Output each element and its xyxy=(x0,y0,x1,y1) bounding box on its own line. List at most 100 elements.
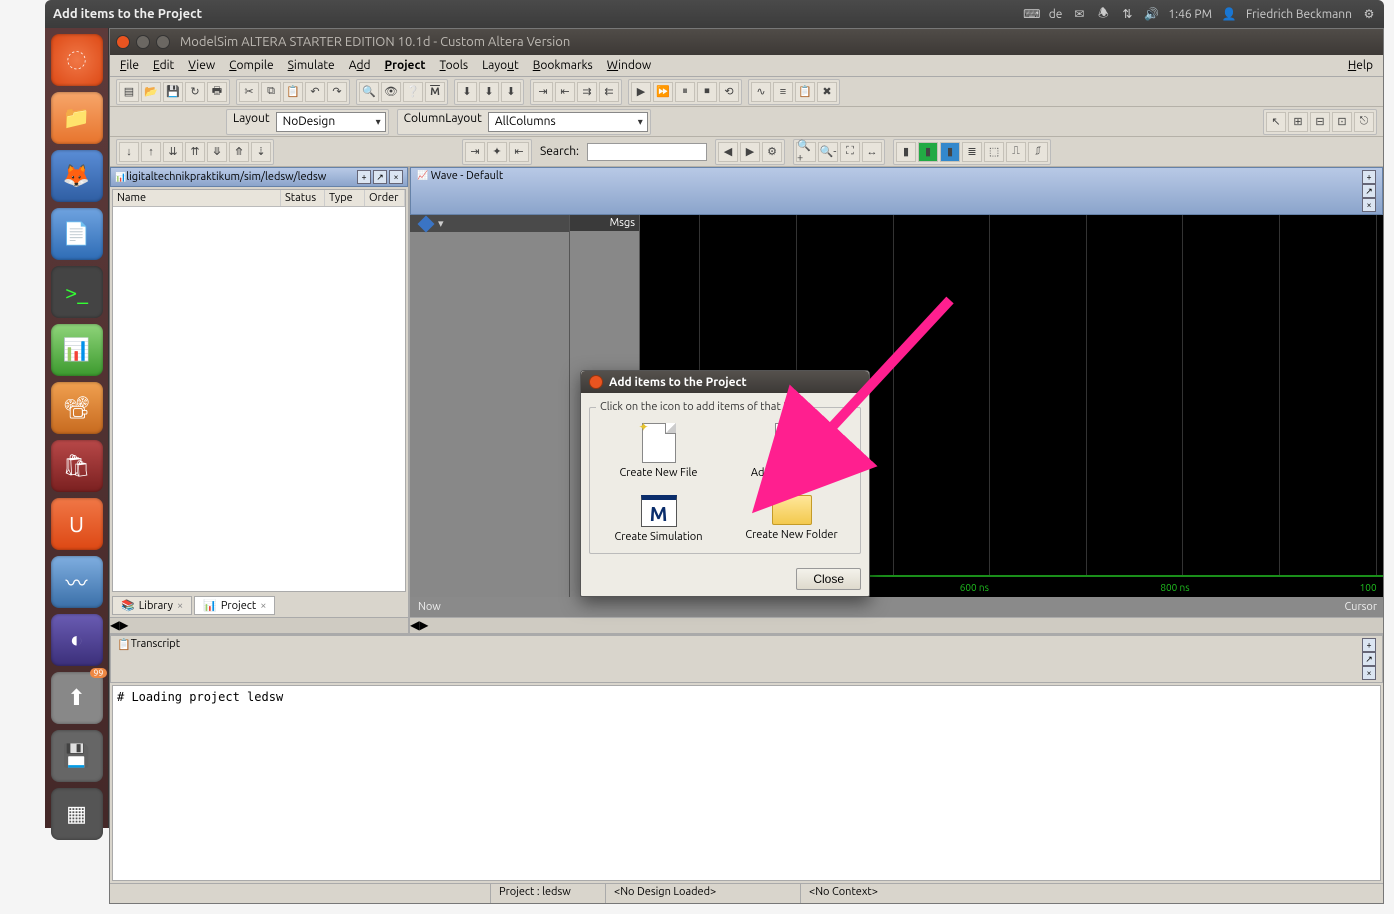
writer-icon[interactable]: 📄 xyxy=(51,208,103,260)
project-tree[interactable]: Name Status Type Order xyxy=(112,189,406,592)
menu-view[interactable]: View xyxy=(182,57,221,74)
redo-icon[interactable]: ↷ xyxy=(327,82,347,102)
add-existing-file-button[interactable]: Add Existing File xyxy=(729,419,854,483)
col-type[interactable]: Type xyxy=(325,190,365,206)
search-opt-icon[interactable]: ⚙ xyxy=(762,142,782,162)
volume-icon[interactable]: 🔊 xyxy=(1144,7,1158,21)
user-name[interactable]: Friedrich Beckmann xyxy=(1246,8,1352,21)
diamond-icon[interactable] xyxy=(418,215,435,232)
network-icon[interactable]: ⇅ xyxy=(1120,7,1134,21)
menu-simulate[interactable]: Simulate xyxy=(282,57,341,74)
keyboard-icon[interactable]: ⌨ xyxy=(1025,7,1039,21)
menu-compile[interactable]: Compile xyxy=(223,57,279,74)
menu-add[interactable]: Add xyxy=(343,57,377,74)
col-order[interactable]: Order xyxy=(365,190,405,206)
pane-close-icon[interactable]: × xyxy=(1362,198,1376,212)
new-icon[interactable]: ▤ xyxy=(119,82,139,102)
paste-icon[interactable]: 📋 xyxy=(283,82,303,102)
tree-icon[interactable]: ⊡ xyxy=(1332,112,1352,132)
search-next-icon[interactable]: ▶ xyxy=(740,142,760,162)
wireshark-icon[interactable]: 〰 xyxy=(51,556,103,608)
break-icon[interactable]: ⏸ xyxy=(675,82,695,102)
edge2-icon[interactable]: ✦ xyxy=(487,142,507,162)
dialog-titlebar[interactable]: Add items to the Project xyxy=(581,371,869,393)
zoom-full-icon[interactable]: ⛶ xyxy=(840,142,860,162)
run-icon[interactable]: ▶ xyxy=(631,82,651,102)
create-new-file-button[interactable]: ✦ Create New File xyxy=(596,419,721,483)
x-icon[interactable]: ✖ xyxy=(817,82,837,102)
menu-layout[interactable]: Layout xyxy=(476,57,525,74)
close-icon[interactable]: × xyxy=(177,600,183,612)
app-icon[interactable]: ▦ xyxy=(51,788,103,840)
edge3-icon[interactable]: ⇤ xyxy=(509,142,529,162)
close-button[interactable] xyxy=(116,35,130,49)
sig2-icon[interactable]: ↑ xyxy=(141,142,161,162)
edge1-icon[interactable]: ⇥ xyxy=(465,142,485,162)
pane-pin-icon[interactable]: + xyxy=(1362,170,1376,184)
menu-window[interactable]: Window xyxy=(601,57,657,74)
layout-select[interactable]: NoDesign xyxy=(276,112,386,132)
step2-icon[interactable]: ⇤ xyxy=(555,82,575,102)
menu-project[interactable]: Project xyxy=(379,57,432,74)
tab-library[interactable]: 📚 Library × xyxy=(112,596,192,615)
pointer-icon[interactable]: ↖ xyxy=(1266,112,1286,132)
close-icon[interactable]: × xyxy=(260,600,266,612)
binoculars-icon[interactable]: 👁 xyxy=(381,82,401,102)
cut-icon[interactable]: ✂ xyxy=(239,82,259,102)
ubuntu-one-icon[interactable]: U xyxy=(51,498,103,550)
mail-icon[interactable]: ✉ xyxy=(1072,7,1086,21)
menu-tools[interactable]: Tools xyxy=(434,57,475,74)
col3-icon[interactable]: ⬇ xyxy=(501,82,521,102)
list-icon[interactable]: ≡ xyxy=(773,82,793,102)
impress-icon[interactable]: 📽 xyxy=(51,382,103,434)
wave-signals[interactable]: ▾ xyxy=(410,215,570,597)
undo-icon[interactable]: ↶ xyxy=(305,82,325,102)
col-status[interactable]: Status xyxy=(281,190,325,206)
col-name[interactable]: Name xyxy=(113,190,281,206)
wave5-icon[interactable]: ⬚ xyxy=(984,142,1004,162)
sig3-icon[interactable]: ⇊ xyxy=(163,142,183,162)
wave-icon[interactable]: ∿ xyxy=(751,82,771,102)
save-icon[interactable]: 💾 xyxy=(163,82,183,102)
pane-pin-icon[interactable]: + xyxy=(1362,638,1376,652)
menu-help[interactable]: Help xyxy=(1342,57,1379,74)
menu-file[interactable]: File xyxy=(114,57,145,74)
wave7-icon[interactable]: ⎎ xyxy=(1028,142,1048,162)
sig5-icon[interactable]: ⤋ xyxy=(207,142,227,162)
pane-max-icon[interactable]: ↗ xyxy=(373,170,387,184)
nautilus-icon[interactable]: 📁 xyxy=(51,92,103,144)
calc-icon[interactable]: 📊 xyxy=(51,324,103,376)
close-button[interactable]: Close xyxy=(796,568,861,590)
pane-max-icon[interactable]: ↗ xyxy=(1362,184,1376,198)
pane-pin-icon[interactable]: + xyxy=(357,170,371,184)
menu-edit[interactable]: Edit xyxy=(147,57,180,74)
open-icon[interactable]: 📂 xyxy=(141,82,161,102)
wave1-icon[interactable]: ▮ xyxy=(896,142,916,162)
print-icon[interactable]: 🖶 xyxy=(207,82,227,102)
scrollbar[interactable]: ◀▶ xyxy=(110,617,408,633)
m-icon[interactable]: M xyxy=(425,82,445,102)
column-layout-select[interactable]: AllColumns xyxy=(488,112,648,132)
menu-bookmarks[interactable]: Bookmarks xyxy=(527,57,599,74)
exit-icon[interactable]: ⎋ xyxy=(1354,112,1374,132)
restart-icon[interactable]: ⟲ xyxy=(719,82,739,102)
pane-close-icon[interactable]: × xyxy=(389,170,403,184)
step-icon[interactable]: ⇥ xyxy=(533,82,553,102)
zoom-out-icon[interactable]: 🔍- xyxy=(818,142,838,162)
bluetooth-icon[interactable]: 🕭 xyxy=(1096,7,1110,21)
runall-icon[interactable]: ⏩ xyxy=(653,82,673,102)
wave4-icon[interactable]: ≣ xyxy=(962,142,982,162)
software-center-icon[interactable]: 🛍 xyxy=(51,440,103,492)
sig6-icon[interactable]: ⤊ xyxy=(229,142,249,162)
help-icon[interactable]: ❔ xyxy=(403,82,423,102)
zoom-in-icon[interactable]: 🔍+ xyxy=(796,142,816,162)
step3-icon[interactable]: ⇉ xyxy=(577,82,597,102)
minimize-button[interactable] xyxy=(136,35,150,49)
maximize-button[interactable] xyxy=(156,35,170,49)
scrollbar[interactable]: ◀▶ xyxy=(410,617,1383,633)
terminal-icon[interactable]: >_ xyxy=(51,266,103,318)
close-icon[interactable] xyxy=(589,375,603,389)
col2-icon[interactable]: ⬇ xyxy=(479,82,499,102)
search-input[interactable] xyxy=(587,143,707,161)
zoom-range-icon[interactable]: ↔ xyxy=(862,142,882,162)
